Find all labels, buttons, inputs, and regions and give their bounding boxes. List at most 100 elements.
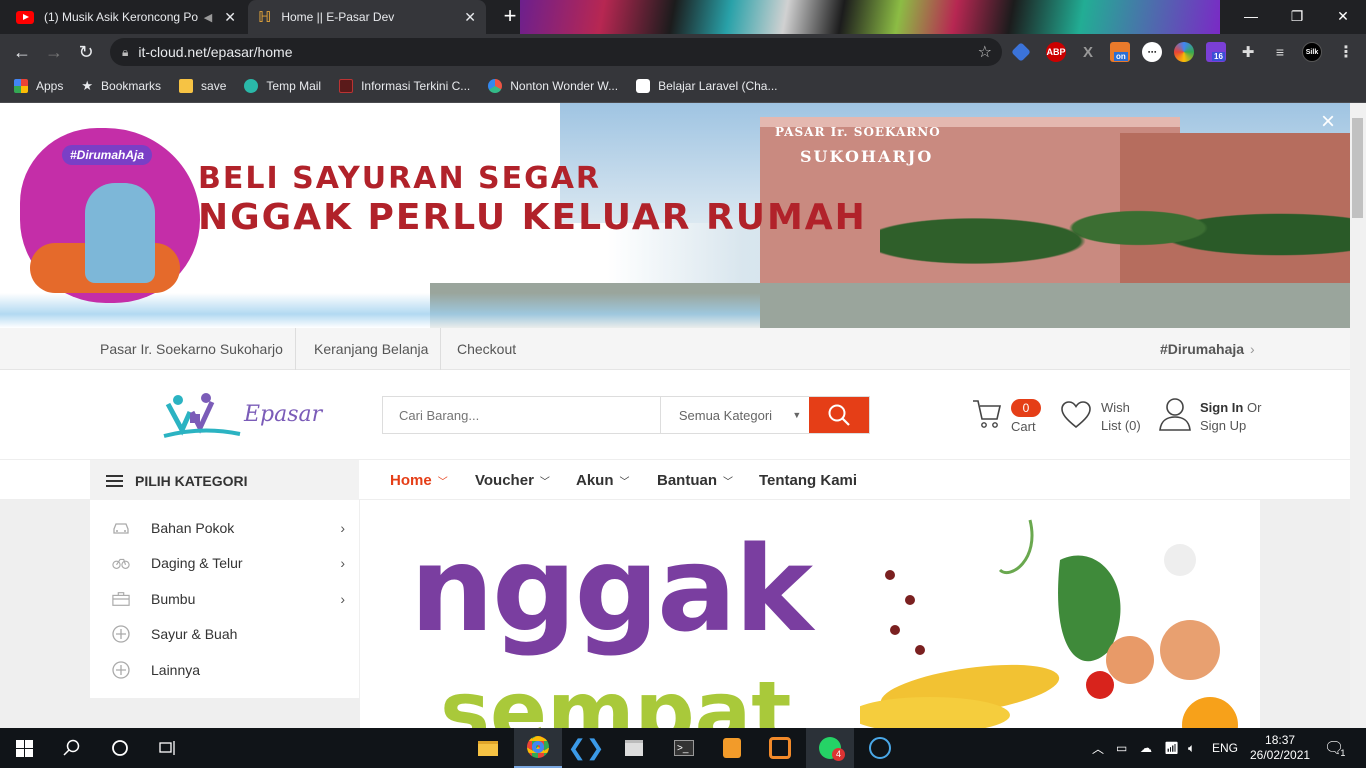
person-with-laptop-illustration: [85, 183, 155, 283]
link-keranjang[interactable]: Keranjang Belanja: [302, 328, 442, 370]
palm-trees-image: [880, 163, 1350, 293]
address-bar[interactable]: 🔒︎ it-cloud.net/epasar/home ☆: [110, 38, 1002, 66]
onedrive-cloud-icon[interactable]: ☁: [1140, 728, 1152, 768]
epasar-favicon: ℍ: [258, 9, 272, 26]
volume-icon[interactable]: 🔈︎: [1188, 728, 1195, 768]
whatsapp-icon[interactable]: 4: [806, 728, 854, 768]
bookmark-nonton[interactable]: Nonton Wonder W...: [488, 79, 618, 93]
wishlist-link[interactable]: Wish List (0): [1101, 399, 1141, 435]
main-menu-bar: PILIH KATEGORI Home ﹀ Voucher ﹀ Akun ﹀ Bant…: [0, 459, 1350, 501]
menu-tentang-kami[interactable]: Tentang Kami: [759, 460, 857, 501]
hero-headline-2: NGGAK PERLU KELUAR RUMAH: [198, 197, 867, 238]
signin-link[interactable]: Sign In: [1200, 400, 1243, 415]
menu-home[interactable]: Home ﹀: [390, 460, 448, 501]
web-page: PASAR Ir. SOEKARNO SUKOHARJO #DirumahAja…: [0, 103, 1350, 728]
bookmark-temp-mail[interactable]: Temp Mail: [244, 79, 321, 93]
language-indicator[interactable]: ENG: [1212, 728, 1238, 768]
search-button[interactable]: [809, 397, 869, 433]
app-circles-icon[interactable]: [856, 728, 904, 768]
search-icon[interactable]: [48, 728, 96, 768]
speaker-icon[interactable]: ◀︎: [204, 11, 212, 24]
restore-button[interactable]: ❐: [1274, 0, 1320, 32]
dirumahaja-link[interactable]: #Dirumahaja ›: [1160, 328, 1255, 370]
chrome-taskbar-icon[interactable]: [514, 728, 562, 768]
sublime-text-icon[interactable]: [708, 728, 756, 768]
link-checkout[interactable]: Checkout: [445, 328, 528, 370]
wifi-icon[interactable]: 📶︎: [1164, 728, 1179, 768]
search-input[interactable]: [383, 397, 660, 433]
vscode-icon[interactable]: ❮❯: [562, 728, 610, 768]
media-playlist-icon[interactable]: ≡: [1270, 42, 1290, 62]
hero-headline-1: BELI SAYURAN SEGAR: [198, 161, 602, 196]
bookmark-star-icon[interactable]: ☆: [978, 42, 992, 62]
chevron-down-icon: ﹀: [437, 477, 448, 488]
clock[interactable]: 18:37 26/02/2021: [1250, 728, 1310, 768]
puzzle-extensions-icon[interactable]: ✚: [1238, 42, 1258, 62]
link-pasar[interactable]: Pasar Ir. Soekarno Sukoharjo: [88, 328, 296, 370]
counter-extension-icon[interactable]: 16: [1206, 42, 1226, 62]
category-lainnya[interactable]: Lainnya: [90, 652, 359, 688]
epasar-logo[interactable]: Epasar: [162, 388, 322, 443]
category-daging-telur[interactable]: Daging & Telur ›: [90, 546, 359, 582]
menu-voucher[interactable]: Voucher ﹀: [475, 460, 550, 501]
minimize-button[interactable]: —: [1228, 0, 1274, 32]
menu-akun[interactable]: Akun ﹀: [576, 460, 630, 501]
battery-icon[interactable]: ▭: [1116, 728, 1127, 768]
menu-bantuan[interactable]: Bantuan ﹀: [657, 460, 733, 501]
cortana-icon[interactable]: [96, 728, 144, 768]
whatsapp-badge: 4: [832, 748, 845, 761]
forward-button[interactable]: →: [40, 38, 68, 66]
bookmark-bookmarks[interactable]: ★ Bookmarks: [81, 78, 161, 94]
top-links-bar: Pasar Ir. Soekarno Sukoharjo Keranjang B…: [0, 328, 1350, 370]
tab-strip: (1) Musik Asik Keroncong Po ◀︎ ✕ ℍ Home …: [0, 0, 1366, 34]
category-bahan-pokok[interactable]: Bahan Pokok ›: [90, 510, 359, 546]
category-toggle[interactable]: PILIH KATEGORI: [90, 460, 359, 501]
back-button[interactable]: ←: [8, 38, 36, 66]
menu-kebab-icon[interactable]: ⋮: [1336, 42, 1356, 62]
bookmark-belajar-laravel[interactable]: Belajar Laravel (Cha...: [636, 79, 777, 93]
terminal-icon[interactable]: >_: [660, 728, 708, 768]
windows-start-icon[interactable]: [0, 728, 48, 768]
close-banner-icon[interactable]: ×: [1316, 110, 1340, 135]
cart-icon[interactable]: [972, 398, 1002, 435]
star-icon: ★: [81, 78, 94, 93]
close-tab-icon[interactable]: ✕: [224, 9, 236, 26]
promo-slider[interactable]: nggak sempat: [360, 500, 1260, 728]
new-tab-button[interactable]: +: [496, 2, 524, 30]
heart-icon[interactable]: [1060, 400, 1092, 435]
close-window-button[interactable]: ✕: [1320, 0, 1366, 32]
cart-label[interactable]: Cart: [1011, 418, 1036, 436]
store-icon[interactable]: [610, 728, 658, 768]
close-tab-icon[interactable]: ✕: [464, 9, 476, 26]
on-extension-icon[interactable]: on: [1110, 42, 1130, 62]
xampp-icon[interactable]: [756, 728, 804, 768]
hero-banner[interactable]: PASAR Ir. SOEKARNO SUKOHARJO #DirumahAja…: [0, 103, 1350, 328]
user-icon[interactable]: [1158, 396, 1192, 437]
tray-chevron-up-icon[interactable]: ︿: [1092, 728, 1104, 768]
bookmark-informasi[interactable]: Informasi Terkini C...: [339, 79, 470, 93]
chevron-right-icon: ›: [340, 590, 345, 607]
task-view-icon[interactable]: [144, 728, 192, 768]
youtube-icon: [16, 10, 34, 24]
logo-text: Epasar: [244, 402, 323, 427]
adblock-plus-icon[interactable]: ABP: [1046, 42, 1066, 62]
x-extension-icon[interactable]: X: [1078, 42, 1098, 62]
briefcase-icon: [112, 590, 130, 608]
color-extension-icon[interactable]: [1174, 42, 1194, 62]
account-links: Sign In Or Sign Up: [1200, 400, 1262, 435]
tab-youtube[interactable]: (1) Musik Asik Keroncong Po ◀︎ ✕: [6, 0, 246, 34]
notification-center-icon[interactable]: 🗨︎ 1: [1324, 728, 1345, 768]
category-select[interactable]: Semua Kategori ▼: [659, 397, 809, 433]
category-sayur-buah[interactable]: Sayur & Buah: [90, 617, 359, 653]
signup-link[interactable]: Sign Up: [1200, 417, 1261, 435]
scrollbar-thumb[interactable]: [1352, 118, 1363, 218]
bookmark-save[interactable]: save: [179, 79, 226, 93]
category-bumbu[interactable]: Bumbu ›: [90, 581, 359, 617]
search-bar: Semua Kategori▼: [382, 396, 870, 434]
tab-epasar[interactable]: ℍ Home || E-Pasar Dev ✕: [248, 0, 486, 34]
bookmark-apps[interactable]: Apps: [14, 79, 63, 93]
file-explorer-icon[interactable]: [464, 728, 512, 768]
profile-avatar[interactable]: Silk: [1302, 42, 1322, 62]
dots-extension-icon[interactable]: ⋯: [1142, 42, 1162, 62]
reload-button[interactable]: ↻: [72, 38, 100, 66]
